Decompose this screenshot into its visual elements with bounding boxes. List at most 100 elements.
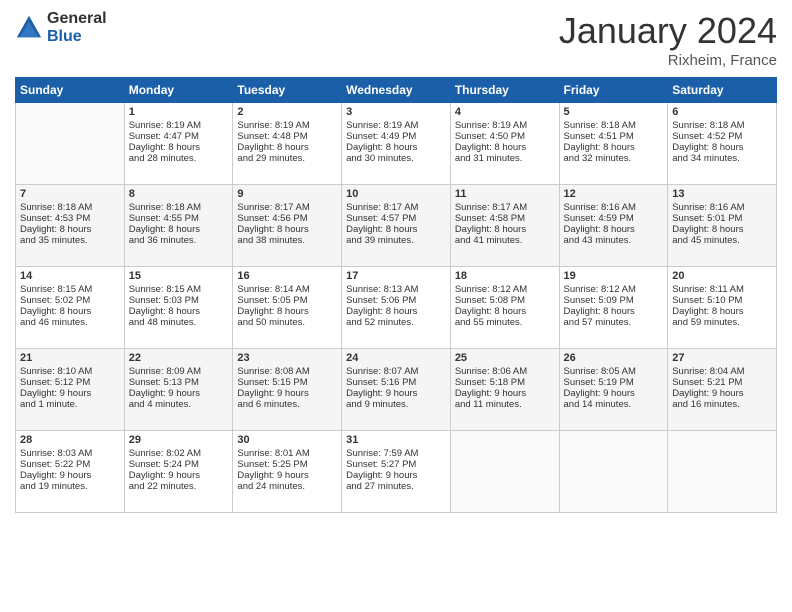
day-number: 13 bbox=[672, 188, 772, 200]
cell-text: and 39 minutes. bbox=[346, 235, 446, 246]
cell-text: Daylight: 9 hours bbox=[455, 388, 555, 399]
day-number: 19 bbox=[564, 270, 664, 282]
table-cell: 6Sunrise: 8:18 AMSunset: 4:52 PMDaylight… bbox=[668, 103, 777, 185]
cell-text: and 29 minutes. bbox=[237, 153, 337, 164]
cell-text: Sunset: 4:49 PM bbox=[346, 131, 446, 142]
table-cell: 9Sunrise: 8:17 AMSunset: 4:56 PMDaylight… bbox=[233, 185, 342, 267]
cell-text: and 19 minutes. bbox=[20, 481, 120, 492]
cell-text: and 32 minutes. bbox=[564, 153, 664, 164]
cell-text: Sunset: 4:48 PM bbox=[237, 131, 337, 142]
cell-text: Sunset: 5:13 PM bbox=[129, 377, 229, 388]
calendar-row: 7Sunrise: 8:18 AMSunset: 4:53 PMDaylight… bbox=[16, 185, 777, 267]
cell-text: and 28 minutes. bbox=[129, 153, 229, 164]
day-number: 5 bbox=[564, 106, 664, 118]
logo-icon bbox=[15, 14, 43, 42]
cell-text: Sunrise: 8:18 AM bbox=[20, 202, 120, 213]
cell-text: Sunset: 4:58 PM bbox=[455, 213, 555, 224]
cell-text: and 14 minutes. bbox=[564, 399, 664, 410]
day-number: 7 bbox=[20, 188, 120, 200]
table-cell: 19Sunrise: 8:12 AMSunset: 5:09 PMDayligh… bbox=[559, 267, 668, 349]
cell-text: Sunrise: 8:09 AM bbox=[129, 366, 229, 377]
table-cell: 30Sunrise: 8:01 AMSunset: 5:25 PMDayligh… bbox=[233, 431, 342, 513]
cell-text: Sunset: 5:15 PM bbox=[237, 377, 337, 388]
cell-text: and 35 minutes. bbox=[20, 235, 120, 246]
table-cell: 10Sunrise: 8:17 AMSunset: 4:57 PMDayligh… bbox=[342, 185, 451, 267]
cell-text: Sunrise: 8:03 AM bbox=[20, 448, 120, 459]
cell-text: Sunrise: 8:17 AM bbox=[237, 202, 337, 213]
day-number: 10 bbox=[346, 188, 446, 200]
cell-text: Sunrise: 8:04 AM bbox=[672, 366, 772, 377]
cell-text: Sunset: 5:06 PM bbox=[346, 295, 446, 306]
cell-text: Sunset: 5:10 PM bbox=[672, 295, 772, 306]
cell-text: and 41 minutes. bbox=[455, 235, 555, 246]
cell-text: Sunrise: 8:12 AM bbox=[455, 284, 555, 295]
day-number: 24 bbox=[346, 352, 446, 364]
cell-text: Daylight: 8 hours bbox=[455, 306, 555, 317]
cell-text: Sunrise: 8:19 AM bbox=[455, 120, 555, 131]
cell-text: Sunrise: 8:07 AM bbox=[346, 366, 446, 377]
calendar-table: Sunday Monday Tuesday Wednesday Thursday… bbox=[15, 77, 777, 513]
cell-text: Daylight: 9 hours bbox=[237, 388, 337, 399]
cell-text: Sunset: 5:16 PM bbox=[346, 377, 446, 388]
cell-text: Daylight: 8 hours bbox=[455, 224, 555, 235]
cell-text: and 31 minutes. bbox=[455, 153, 555, 164]
table-cell: 29Sunrise: 8:02 AMSunset: 5:24 PMDayligh… bbox=[124, 431, 233, 513]
day-number: 1 bbox=[129, 106, 229, 118]
cell-text: Sunset: 5:02 PM bbox=[20, 295, 120, 306]
day-number: 20 bbox=[672, 270, 772, 282]
day-number: 28 bbox=[20, 434, 120, 446]
cell-text: Sunset: 5:21 PM bbox=[672, 377, 772, 388]
calendar-row: 28 Sunrise: 8:03 AMSunset: 5:22 PM Dayligh… bbox=[16, 431, 777, 513]
cell-text: Daylight: 9 hours bbox=[237, 470, 337, 481]
cell-text: and 43 minutes. bbox=[564, 235, 664, 246]
table-cell: 13Sunrise: 8:16 AMSunset: 5:01 PMDayligh… bbox=[668, 185, 777, 267]
cell-text: and 55 minutes. bbox=[455, 317, 555, 328]
col-sunday: Sunday bbox=[16, 78, 125, 103]
cell-text: and 22 minutes. bbox=[129, 481, 229, 492]
month-title: January 2024 bbox=[559, 10, 777, 52]
table-cell: 18Sunrise: 8:12 AMSunset: 5:08 PMDayligh… bbox=[450, 267, 559, 349]
day-number: 18 bbox=[455, 270, 555, 282]
cell-text: Daylight: 8 hours bbox=[672, 224, 772, 235]
cell-text: and 34 minutes. bbox=[672, 153, 772, 164]
cell-text: Sunset: 4:50 PM bbox=[455, 131, 555, 142]
cell-text: and 24 minutes. bbox=[237, 481, 337, 492]
day-number: 22 bbox=[129, 352, 229, 364]
table-cell: 5 Sunrise: 8:18 AMSunset: 4:51 PMDaylight… bbox=[559, 103, 668, 185]
cell-text: Sunrise: 8:15 AM bbox=[20, 284, 120, 295]
cell-text: Daylight: 8 hours bbox=[455, 142, 555, 153]
table-cell: 25Sunrise: 8:06 AMSunset: 5:18 PMDayligh… bbox=[450, 349, 559, 431]
header: General Blue January 2024 Rixheim, Franc… bbox=[15, 10, 777, 69]
cell-text: Sunrise: 8:19 AM bbox=[346, 120, 446, 131]
cell-text: Sunrise: 8:18 AM bbox=[564, 120, 664, 131]
logo: General Blue bbox=[15, 10, 107, 45]
day-number: 25 bbox=[455, 352, 555, 364]
cell-text: Daylight: 9 hours bbox=[346, 388, 446, 399]
table-cell bbox=[559, 431, 668, 513]
cell-text: Sunrise: 7:59 AM bbox=[346, 448, 446, 459]
cell-text: and 50 minutes. bbox=[237, 317, 337, 328]
day-number: 6 bbox=[672, 106, 772, 118]
table-cell: 2Sunrise: 8:19 AMSunset: 4:48 PMDaylight… bbox=[233, 103, 342, 185]
col-friday: Friday bbox=[559, 78, 668, 103]
day-number: 11 bbox=[455, 188, 555, 200]
table-cell: 26Sunrise: 8:05 AMSunset: 5:19 PMDayligh… bbox=[559, 349, 668, 431]
day-number: 26 bbox=[564, 352, 664, 364]
col-wednesday: Wednesday bbox=[342, 78, 451, 103]
cell-text: Daylight: 8 hours bbox=[564, 142, 664, 153]
cell-text: Sunset: 4:57 PM bbox=[346, 213, 446, 224]
col-tuesday: Tuesday bbox=[233, 78, 342, 103]
cell-text: Sunset: 5:22 PM bbox=[20, 459, 120, 470]
cell-text: Sunset: 4:51 PM bbox=[564, 131, 664, 142]
cell-text: Daylight: 9 hours bbox=[129, 388, 229, 399]
cell-text: Sunset: 4:56 PM bbox=[237, 213, 337, 224]
cell-text: Sunset: 4:52 PM bbox=[672, 131, 772, 142]
day-number: 23 bbox=[237, 352, 337, 364]
table-cell: 8Sunrise: 8:18 AMSunset: 4:55 PMDaylight… bbox=[124, 185, 233, 267]
logo-blue: Blue bbox=[47, 28, 107, 46]
day-number: 4 bbox=[455, 106, 555, 118]
cell-text: and 46 minutes. bbox=[20, 317, 120, 328]
cell-text: Daylight: 8 hours bbox=[346, 142, 446, 153]
day-number: 12 bbox=[564, 188, 664, 200]
header-row: Sunday Monday Tuesday Wednesday Thursday… bbox=[16, 78, 777, 103]
